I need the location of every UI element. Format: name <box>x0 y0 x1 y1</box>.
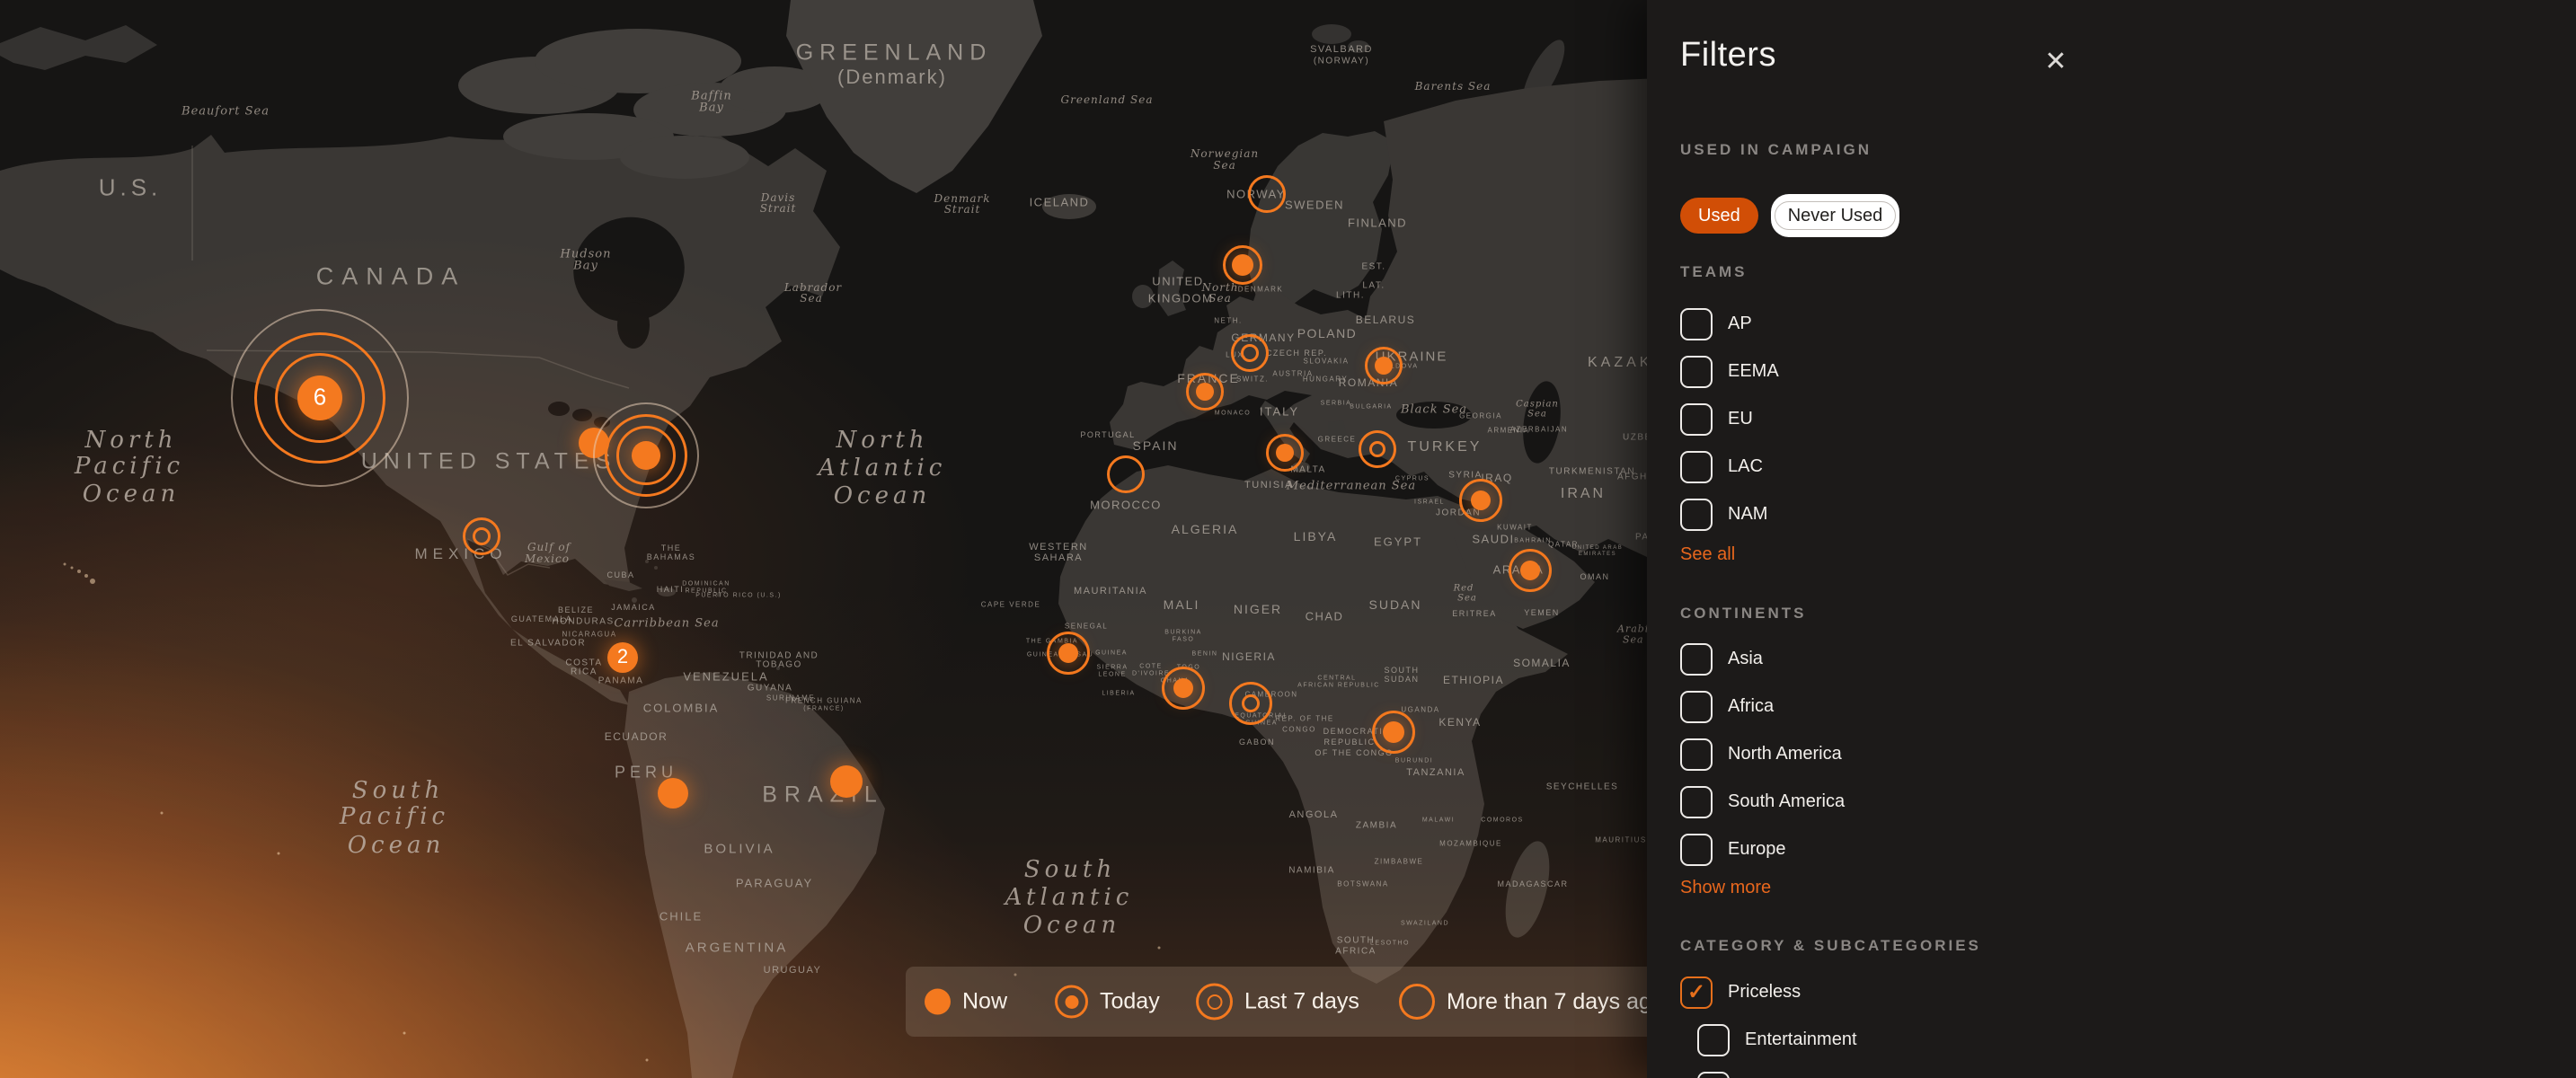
option-label: Asia <box>1728 649 1763 669</box>
checkbox-row: AP <box>1680 300 2549 348</box>
checkbox-row: EEMA <box>1680 348 2549 395</box>
legend-label: Today <box>1100 989 1160 1015</box>
checkbox-icon[interactable] <box>1680 643 1713 676</box>
legend-dotring-icon <box>1055 985 1088 1019</box>
marker-dot-icon <box>1276 444 1294 462</box>
option-label: North America <box>1728 744 1842 764</box>
legend-item: Today <box>1055 985 1160 1019</box>
marker-dot-icon <box>1232 254 1253 276</box>
teams-options: AP EEMA EU LAC NAM <box>1680 300 2549 538</box>
option-label: Africa <box>1728 696 1774 717</box>
marker-dot-icon <box>1196 383 1214 401</box>
marker-dot-icon <box>830 765 863 798</box>
marker-count: 2 <box>617 645 628 668</box>
marker-count: 6 <box>314 383 326 411</box>
legend-label: Last 7 days <box>1244 989 1359 1015</box>
option-label: AP <box>1728 314 1752 334</box>
option-label: Europe <box>1728 839 1786 860</box>
legend-label: More than 7 days ago <box>1447 989 1664 1015</box>
option-label: South America <box>1728 791 1845 812</box>
checkbox-row: Africa <box>1680 683 2549 730</box>
option-label: EEMA <box>1728 361 1779 382</box>
checkbox-row: Europe <box>1680 826 2549 873</box>
pill-label: Used <box>1698 206 1740 226</box>
option-label: NAM <box>1728 504 1767 525</box>
checkbox-icon[interactable] <box>1680 786 1713 818</box>
checkbox-icon[interactable] <box>1680 451 1713 483</box>
marker-ring-icon <box>1229 682 1272 725</box>
filters-panel: Filters ✕ USED IN CAMPAIGN Used Never Use… <box>1647 0 2576 1078</box>
panel-title: Filters <box>1680 36 2549 75</box>
checkbox-row <box>1697 1064 2549 1078</box>
marker-ring-icon <box>1248 175 1286 213</box>
marker-dot-icon <box>1520 561 1540 580</box>
marker-dot-icon <box>1375 357 1393 375</box>
filter-pill-used[interactable]: Used <box>1680 198 1758 234</box>
checkbox-checked-icon[interactable]: ✓ <box>1680 976 1713 1009</box>
filter-pill-never-used[interactable]: Never Used <box>1771 194 1900 237</box>
close-icon[interactable]: ✕ <box>2036 41 2076 81</box>
marker-ring-icon <box>1231 334 1269 372</box>
checkbox-row: North America <box>1680 730 2549 778</box>
marker-ring-icon <box>463 517 500 555</box>
checkbox-icon[interactable] <box>1680 308 1713 340</box>
marker-dot-icon <box>1058 643 1078 663</box>
option-label: EU <box>1728 409 1753 429</box>
campaign-pills: Used Never Used <box>1680 194 2549 237</box>
checkbox-icon[interactable] <box>1680 499 1713 531</box>
checkbox-row: ✓ Priceless <box>1680 968 2549 1016</box>
marker-ring-icon <box>1107 455 1145 493</box>
checkbox-row: NAM <box>1680 490 2549 538</box>
checkbox-row: Entertainment <box>1697 1016 2549 1064</box>
category-options: ✓ Priceless Entertainment <box>1680 968 2549 1078</box>
marker-dot-icon <box>1383 721 1404 743</box>
marker-dot-icon <box>1471 490 1491 510</box>
checkbox-icon[interactable] <box>1680 403 1713 436</box>
checkbox-icon[interactable] <box>1697 1072 1730 1078</box>
checkbox-row: Asia <box>1680 635 2549 683</box>
checkbox-row: EU <box>1680 395 2549 443</box>
checkbox-icon[interactable] <box>1680 834 1713 866</box>
legend-solid-icon <box>925 989 951 1015</box>
checkbox-icon[interactable] <box>1680 691 1713 723</box>
marker-ring-icon <box>1359 430 1396 468</box>
legend-dblring-icon <box>1196 984 1233 1021</box>
option-label: LAC <box>1728 456 1763 477</box>
legend-item: Last 7 days <box>1196 984 1359 1021</box>
checkbox-row: LAC <box>1680 443 2549 490</box>
option-label: Entertainment <box>1745 1029 1857 1050</box>
continents-options: Asia Africa North America South America Euro… <box>1680 635 2549 873</box>
section-header-continents: CONTINENTS <box>1680 605 2549 623</box>
legend-item: More than 7 days ago <box>1399 984 1664 1020</box>
checkbox-row: South America <box>1680 778 2549 826</box>
legend-label: Now <box>962 989 1007 1015</box>
campaign-map-app: U.S.CANADAUNITED STATESMEXICOGREENLAND(D… <box>0 0 2576 1078</box>
option-label: Priceless <box>1728 982 1801 1003</box>
checkbox-icon[interactable] <box>1680 738 1713 771</box>
see-all-link[interactable]: See all <box>1680 544 2549 565</box>
marker-dot-icon <box>658 778 688 808</box>
show-more-link[interactable]: Show more <box>1680 878 2549 898</box>
legend-ring-icon <box>1399 984 1435 1020</box>
marker-dot-icon <box>1173 678 1193 698</box>
checkbox-icon[interactable] <box>1680 356 1713 388</box>
checkbox-icon[interactable] <box>1697 1024 1730 1056</box>
legend-item: Now <box>925 989 1007 1015</box>
marker-dot-icon <box>632 441 660 470</box>
section-header-category: CATEGORY & SUBCATEGORIES <box>1680 937 2549 955</box>
section-header-campaign: USED IN CAMPAIGN <box>1680 141 2549 159</box>
pill-label: Never Used <box>1775 201 1897 230</box>
section-header-teams: TEAMS <box>1680 263 2549 281</box>
